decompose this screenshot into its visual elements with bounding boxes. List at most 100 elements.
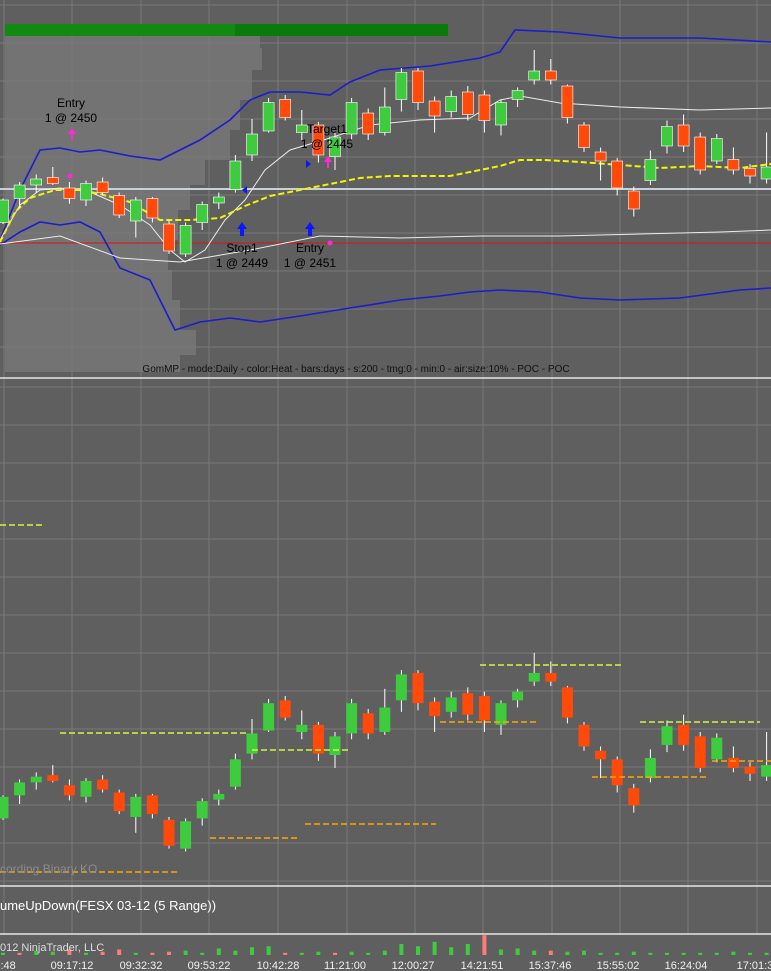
candle-body: [595, 750, 607, 760]
volume-bar: [598, 952, 603, 955]
volume-bar: [432, 941, 437, 955]
candle-body: [0, 796, 9, 819]
candle-body: [412, 672, 424, 704]
volume-bar: [133, 952, 138, 955]
volume-bar: [681, 952, 686, 955]
entry1-title: Entry: [57, 96, 85, 110]
candle-body: [246, 133, 258, 156]
candle-body: [113, 792, 125, 812]
volume-bar: [582, 950, 586, 955]
candle-body: [279, 99, 292, 118]
volume-bar: [565, 951, 570, 955]
candle-body: [346, 703, 358, 734]
execution-dot: [67, 173, 73, 179]
candle-body: [495, 102, 507, 126]
candle-body: [445, 697, 457, 712]
candle-body: [80, 183, 92, 201]
candle-body: [362, 713, 374, 734]
candle-body: [378, 106, 391, 133]
candle-body: [760, 166, 771, 180]
candle-body: [196, 204, 208, 223]
candle-body: [694, 136, 707, 171]
candle-body: [544, 70, 557, 81]
volume-bar: [515, 948, 520, 955]
target1-detail: 1 @ 2445: [301, 137, 354, 151]
candle-body: [130, 199, 142, 222]
candle-body: [711, 737, 723, 760]
candle-body: [678, 724, 690, 745]
candle-body: [677, 124, 690, 147]
volume-bar: [714, 952, 719, 955]
time-axis-label: 09:53:22: [188, 960, 231, 971]
candle-body: [661, 726, 673, 745]
candle-body: [362, 112, 375, 135]
volume-bar: [499, 949, 503, 955]
time-axis-label: 09:32:32: [120, 960, 163, 971]
trading-chart[interactable]: Entry 1 @ 2450 Target1 1 @ 2445 Stop1 1 …: [0, 0, 771, 971]
candle-body: [63, 785, 75, 796]
volume-bar: [167, 951, 171, 955]
candle-body: [46, 177, 59, 184]
candle-body: [329, 736, 341, 756]
candle-body: [744, 766, 756, 774]
time-axis-label: 12:00:27: [392, 960, 435, 971]
candle-body: [644, 159, 657, 181]
candle-body: [561, 687, 573, 718]
candle-body: [644, 757, 656, 779]
candle-body: [611, 160, 624, 189]
volume-bar: [316, 951, 321, 955]
volume-bar: [233, 950, 238, 955]
candle-body: [229, 759, 241, 787]
profile-row: [5, 300, 180, 330]
candle-body: [429, 701, 441, 717]
candle-body: [13, 184, 26, 199]
candle-body: [744, 168, 756, 177]
candle-body: [512, 691, 524, 701]
volume-bar: [299, 952, 304, 955]
candle-body: [412, 70, 424, 103]
volume-bar: [216, 948, 221, 955]
candle-body: [594, 151, 607, 162]
candle-body: [146, 198, 159, 219]
candle-body: [478, 94, 491, 121]
candle-body: [528, 70, 541, 81]
volume-bar: [266, 946, 271, 955]
profile-row: [5, 130, 230, 160]
profile-row: [5, 48, 262, 70]
candle-body: [14, 782, 26, 796]
volume-bar: [382, 950, 387, 955]
candle-body: [578, 124, 590, 148]
candle-body: [428, 100, 441, 117]
volume-bar: [399, 944, 404, 955]
candle-body: [97, 779, 109, 790]
entry1-detail: 1 @ 2450: [45, 111, 98, 125]
volume-bar: [150, 952, 155, 955]
candle-body: [262, 102, 275, 132]
candle-body: [462, 693, 474, 715]
volume-bar: [366, 952, 371, 955]
candle-body: [30, 178, 43, 186]
time-axis-label: 17:01:3: [737, 960, 771, 971]
candle-body: [478, 696, 490, 721]
target1-title: Target1: [307, 122, 347, 136]
candle-body: [296, 724, 308, 732]
candle-body: [0, 199, 9, 223]
candle-body: [179, 225, 192, 255]
candle-body: [528, 672, 540, 682]
volume-bar: [698, 952, 703, 955]
candle-body: [80, 780, 92, 797]
candle-body: [395, 674, 407, 701]
profile-poc-bar: [5, 24, 235, 36]
volume-bar: [283, 952, 288, 955]
candle-body: [727, 757, 739, 768]
volume-bar: [764, 952, 769, 955]
candle-body: [661, 126, 673, 147]
time-axis-label: 10:42:28: [257, 960, 300, 971]
candle-body: [163, 819, 175, 846]
candle-body: [163, 223, 175, 252]
candle-body: [511, 90, 524, 100]
candle-body: [379, 707, 391, 732]
candle-body: [578, 724, 590, 747]
candle-body: [628, 788, 640, 806]
time-axis-label: 15:37:46: [529, 960, 572, 971]
